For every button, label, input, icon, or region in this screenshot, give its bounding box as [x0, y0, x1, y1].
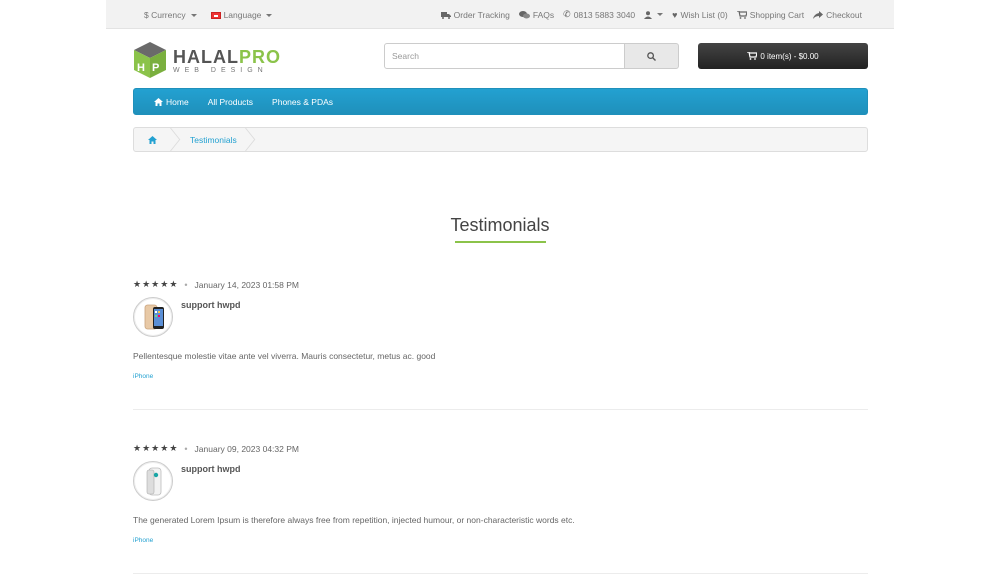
rating-row: ★ ★ ★ ★ ★ • January 14, 2023 01:58 PM [133, 279, 868, 290]
checkout-label: Checkout [826, 9, 862, 20]
breadcrumb-home[interactable] [134, 128, 170, 151]
review-author: support hwpd [181, 464, 241, 474]
star-icon: ★ [169, 279, 178, 289]
divider [133, 409, 868, 410]
faqs-label: FAQs [532, 9, 555, 20]
review-text: Pellentesque molestie vitae ante vel viv… [133, 351, 436, 361]
iphone-gold-image [144, 304, 164, 330]
home-icon [154, 97, 163, 106]
faqs-link[interactable]: FAQs [518, 9, 555, 20]
logo-tagline: WEB DESIGN [173, 67, 268, 74]
language-label: Language [223, 10, 262, 20]
logo-cube-icon: H P [134, 42, 166, 78]
share-icon [813, 10, 824, 19]
search-button[interactable] [624, 43, 679, 69]
star-icon: ★ [151, 279, 160, 289]
main-menu: Home All Products Phones & PDAs [133, 88, 868, 115]
shopping-cart-label: Shopping Cart [749, 9, 805, 20]
cart-button[interactable]: 0 item(s) - $0.00 [698, 43, 868, 69]
cart-summary: 0 item(s) - $0.00 [760, 51, 819, 61]
testimonial-item: ★ ★ ★ ★ ★ • January 14, 2023 01:58 PM su… [133, 279, 868, 414]
breadcrumb-testimonials[interactable]: Testimonials [182, 135, 245, 145]
home-icon [147, 135, 157, 144]
wishlist-link[interactable]: ♥ Wish List (0) [672, 10, 728, 20]
star-icon: ★ [160, 279, 169, 289]
breadcrumb: Testimonials [133, 127, 868, 152]
review-date: January 09, 2023 04:32 PM [194, 443, 299, 454]
separator-dot: • [184, 279, 188, 290]
search-input[interactable] [384, 43, 625, 69]
checkout-link[interactable]: Checkout [813, 10, 862, 20]
search-bar [384, 43, 679, 69]
site-logo[interactable]: H P HALALPRO WEB DESIGN [133, 41, 280, 81]
title-underline [455, 241, 546, 243]
svg-text:P: P [152, 62, 159, 74]
currency-dropdown[interactable]: $ Currency [144, 10, 197, 20]
menu-item-all-products[interactable]: All Products [208, 97, 253, 107]
cart-icon [747, 52, 758, 60]
rating-row: ★ ★ ★ ★ ★ • January 09, 2023 04:32 PM [133, 443, 868, 454]
star-icon: ★ [133, 279, 142, 289]
star-icon: ★ [142, 443, 151, 453]
account-dropdown[interactable] [644, 10, 664, 19]
review-date: January 14, 2023 01:58 PM [194, 279, 299, 290]
cart-icon [736, 10, 747, 19]
caret-down-icon [657, 13, 664, 16]
truck-icon [440, 11, 451, 19]
menu-item-phones-pdas[interactable]: Phones & PDAs [272, 97, 333, 107]
user-icon [644, 10, 653, 19]
comments-icon [518, 10, 530, 18]
top-bar: $ Currency Language Order Tracking FAQs … [106, 0, 894, 29]
review-product-link[interactable]: iPhone [133, 537, 153, 544]
star-icon: ★ [151, 443, 160, 453]
currency-label: $ Currency [144, 10, 186, 20]
heart-icon: ♥ [672, 9, 678, 20]
language-dropdown[interactable]: Language [210, 10, 273, 20]
testimonial-item: ★ ★ ★ ★ ★ • January 09, 2023 04:32 PM su… [133, 443, 868, 578]
menu-item-home-label: Home [166, 96, 189, 107]
caret-down-icon [190, 13, 197, 17]
star-icon: ★ [142, 279, 151, 289]
flag-icon [210, 11, 221, 19]
search-icon [647, 51, 656, 61]
breadcrumb-separator [170, 128, 181, 151]
separator-dot: • [184, 443, 188, 454]
review-product-link[interactable]: iPhone [133, 373, 153, 380]
svg-text:H: H [137, 62, 145, 74]
wishlist-label: Wish List (0) [680, 9, 728, 20]
breadcrumb-separator [244, 128, 256, 151]
review-author: support hwpd [181, 300, 241, 310]
phone-icon: ✆ [563, 9, 571, 19]
phone-link[interactable]: ✆ 0813 5883 3040 [563, 9, 635, 20]
menu-item-home[interactable]: Home [154, 97, 189, 107]
logo-name-b: PRO [239, 47, 282, 67]
phone-label: 0813 5883 3040 [573, 9, 636, 20]
star-icon: ★ [169, 443, 178, 453]
review-text: The generated Lorem Ipsum is therefore a… [133, 515, 575, 525]
logo-name: HALALPRO [173, 47, 281, 68]
order-tracking-label: Order Tracking [453, 9, 510, 20]
shopping-cart-link[interactable]: Shopping Cart [736, 9, 805, 20]
caret-down-icon [266, 13, 273, 17]
avatar [133, 461, 173, 501]
star-icon: ★ [160, 443, 169, 453]
star-icon: ★ [133, 443, 142, 453]
logo-name-a: HALAL [173, 47, 239, 67]
divider [133, 573, 868, 574]
order-tracking-link[interactable]: Order Tracking [440, 9, 510, 20]
iphone-silver-image [146, 467, 162, 496]
page-title: Testimonials [450, 215, 550, 235]
avatar [133, 297, 173, 337]
